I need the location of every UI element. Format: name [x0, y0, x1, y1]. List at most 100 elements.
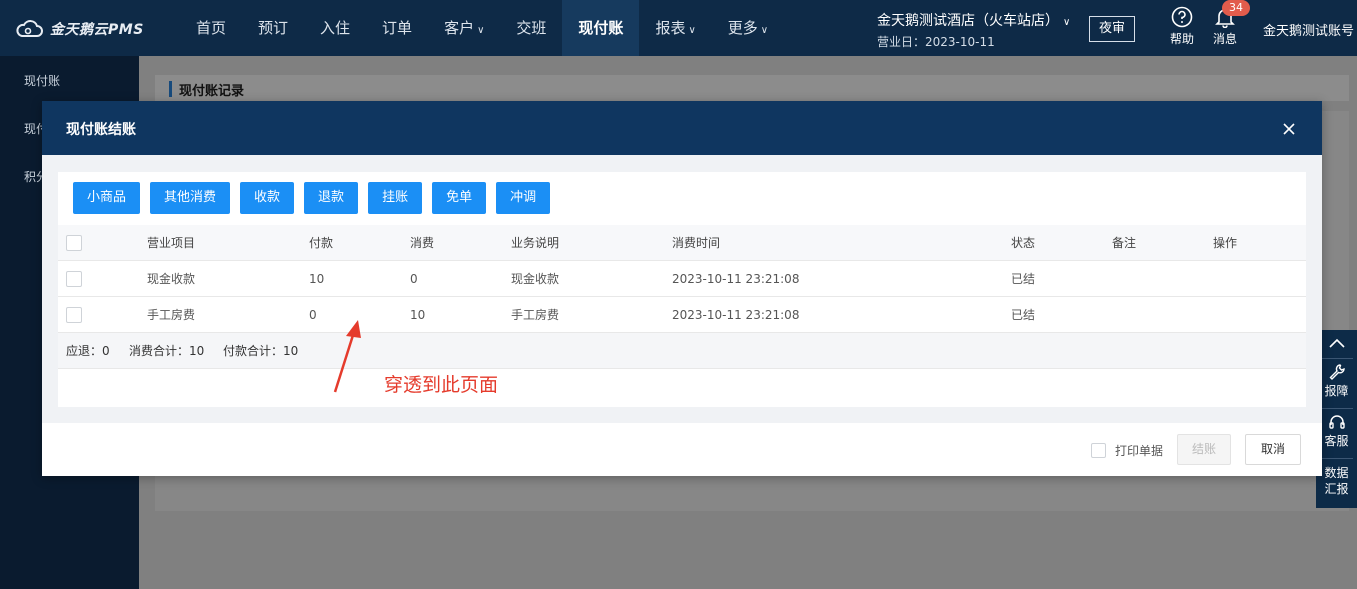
table-cell: 已结	[1011, 308, 1036, 322]
headset-icon	[1328, 415, 1345, 429]
print-receipt-checkbox[interactable]	[1091, 443, 1106, 458]
cancel-button[interactable]: 取消	[1245, 434, 1301, 465]
column-header: 状态	[1011, 236, 1036, 250]
table-header: 营业项目 付款 消费 业务说明 消费时间 状态 备注 操作	[58, 225, 1306, 261]
table-cell: 10	[410, 308, 426, 322]
hotel-name: 金天鹅测试酒店（火车站店）	[877, 13, 1059, 29]
sidebar-item-cash-account[interactable]: 现付账	[24, 72, 60, 89]
column-header: 备注	[1112, 236, 1137, 250]
table-cell: 10	[309, 272, 325, 286]
nav-item-label: 入住	[320, 19, 351, 37]
nav-item-label: 订单	[382, 19, 413, 37]
message-count-badge: 34	[1222, 0, 1250, 16]
report-issue-label: 报障	[1324, 384, 1349, 398]
customer-service-label: 客服	[1324, 434, 1349, 448]
column-header: 付款	[309, 236, 334, 250]
hotel-selector[interactable]: 金天鹅测试酒店（火车站店） ∨ 营业日：2023-10-11	[877, 10, 1070, 50]
data-report-button[interactable]: 数据汇报	[1316, 465, 1357, 497]
scroll-top-button[interactable]	[1316, 336, 1357, 351]
consume-total: 消费合计：10	[129, 344, 205, 358]
annotation-arrow	[333, 320, 361, 393]
modal-content-card: 小商品 其他消费 收款 退款 挂账 免单 冲调 营业项目 付款 消费 业务说明 消费时间 状态 备注 操作…	[58, 172, 1306, 407]
nav-item-label: 首页	[196, 19, 227, 37]
report-issue-button[interactable]: 报障	[1316, 363, 1357, 399]
cloud-icon	[16, 20, 43, 37]
table-cell: 现金收款	[511, 272, 560, 286]
nav-item-label: 更多	[727, 19, 758, 37]
annotation-text: 穿透到此页面	[384, 374, 499, 396]
select-all-checkbox[interactable]	[66, 235, 82, 251]
row-checkbox[interactable]	[66, 271, 82, 287]
records-panel-title: 现付账记录	[179, 84, 245, 99]
close-icon[interactable]	[1279, 119, 1299, 139]
modal-footer: 打印单据 结账 取消	[42, 423, 1322, 476]
action-button-5[interactable]: 免单	[432, 182, 487, 214]
action-button-2[interactable]: 收款	[240, 182, 295, 214]
table-cell: 0	[309, 308, 317, 322]
table-cell: 0	[410, 272, 418, 286]
nav-item-label: 现付账	[578, 19, 624, 37]
help-label: 帮助	[1169, 32, 1194, 46]
top-navbar: 金天鹅云PMS 首页 预订 入住 订单 客户 ∨ 交班 现付账 报表 ∨ 更多 ∨ 金天鹅测试酒店（火…	[0, 0, 1357, 56]
business-date: 营业日：2023-10-11	[877, 35, 995, 49]
logo-text: 金天鹅云PMS	[50, 22, 144, 38]
nav-item-3[interactable]: 订单	[366, 0, 428, 56]
nav-item-1[interactable]: 预订	[242, 0, 304, 56]
table-cell: 现金收款	[147, 272, 196, 286]
table-cell: 2023-10-11 23:21:08	[672, 308, 800, 322]
help-icon	[1171, 6, 1193, 28]
table-cell: 手工房费	[147, 308, 196, 322]
pay-total: 付款合计：10	[223, 344, 299, 358]
nav-item-7[interactable]: 报表 ∨	[639, 0, 711, 56]
right-tool-panel: 报障 客服 数据汇报	[1316, 330, 1357, 508]
print-receipt-label[interactable]: 打印单据	[1115, 442, 1163, 459]
action-button-6[interactable]: 冲调	[496, 182, 551, 214]
transactions-table: 营业项目 付款 消费 业务说明 消费时间 状态 备注 操作 现金收款 10 0 现金收款 2023-1…	[58, 225, 1306, 369]
records-panel-header: 现付账记录	[155, 75, 1349, 101]
chevron-down-icon: ∨	[1063, 17, 1071, 28]
nav-item-4[interactable]: 客户 ∨	[428, 0, 500, 56]
nav-item-8[interactable]: 更多 ∨	[712, 0, 784, 56]
nav-item-5[interactable]: 交班	[500, 0, 562, 56]
nav-item-0[interactable]: 首页	[180, 0, 242, 56]
main-nav: 首页 预订 入住 订单 客户 ∨ 交班 现付账 报表 ∨ 更多 ∨	[180, 0, 784, 56]
title-accent-bar	[169, 81, 172, 97]
table-row: 现金收款 10 0 现金收款 2023-10-11 23:21:08 已结	[58, 261, 1306, 297]
modal-title: 现付账结账	[66, 122, 136, 138]
chevron-down-icon: ∨	[760, 25, 769, 36]
modal-header: 现付账结账	[42, 101, 1322, 155]
nav-item-label: 客户	[444, 19, 475, 37]
settle-button[interactable]: 结账	[1177, 434, 1231, 465]
action-button-1[interactable]: 其他消费	[150, 182, 231, 214]
action-button-0[interactable]: 小商品	[73, 182, 141, 214]
table-cell: 手工房费	[511, 308, 560, 322]
wrench-icon	[1329, 364, 1345, 380]
refund-amount: 应退：0	[66, 344, 110, 358]
modal-body: 小商品 其他消费 收款 退款 挂账 免单 冲调 营业项目 付款 消费 业务说明 消费时间 状态 备注 操作…	[42, 155, 1322, 423]
table-cell: 2023-10-11 23:21:08	[672, 272, 800, 286]
help-button[interactable]: 帮助	[1166, 6, 1198, 47]
table-row: 手工房费 0 10 手工房费 2023-10-11 23:21:08 已结	[58, 297, 1306, 333]
row-checkbox[interactable]	[66, 307, 82, 323]
messages-label: 消息	[1212, 32, 1237, 46]
chevron-down-icon: ∨	[477, 25, 485, 36]
app-logo[interactable]: 金天鹅云PMS	[14, 18, 144, 40]
chevron-up-icon	[1328, 338, 1345, 348]
settlement-modal: 现付账结账 小商品 其他消费 收款 退款 挂账 免单 冲调 营业项目 付款 消费 业务说明 消费时间…	[42, 101, 1322, 476]
table-cell: 已结	[1011, 272, 1036, 286]
action-button-4[interactable]: 挂账	[368, 182, 423, 214]
nav-item-label: 报表	[655, 19, 686, 37]
column-header: 营业项目	[147, 236, 196, 250]
nav-item-2[interactable]: 入住	[304, 0, 366, 56]
night-audit-button[interactable]: 夜审	[1089, 16, 1135, 42]
action-button-row: 小商品 其他消费 收款 退款 挂账 免单 冲调	[73, 182, 560, 214]
column-header: 业务说明	[511, 236, 560, 250]
customer-service-button[interactable]: 客服	[1316, 413, 1357, 449]
data-report-label: 数据汇报	[1324, 466, 1349, 496]
action-button-3[interactable]: 退款	[304, 182, 359, 214]
column-header: 消费	[410, 236, 435, 250]
nav-item-6[interactable]: 现付账	[562, 0, 640, 56]
account-menu[interactable]: 金天鹅测试账号	[1263, 20, 1354, 39]
column-header: 操作	[1213, 236, 1238, 250]
column-header: 消费时间	[672, 236, 721, 250]
